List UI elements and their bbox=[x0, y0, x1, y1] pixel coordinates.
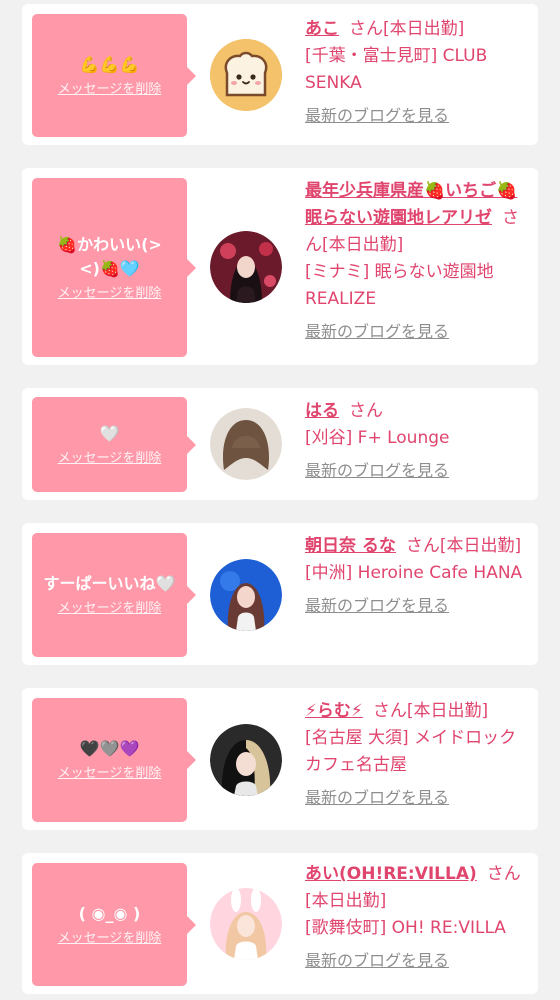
view-blog-link[interactable]: 最新のブログを見る bbox=[305, 592, 531, 619]
shop-name: [名古屋 大須] メイドロックカフェ名古屋 bbox=[305, 728, 517, 775]
delete-message-link[interactable]: メッセージを削除 bbox=[58, 930, 162, 948]
view-blog-link[interactable]: 最新のブログを見る bbox=[305, 102, 531, 129]
message-bubble: ( ◉_◉ ) メッセージを削除 bbox=[32, 863, 196, 986]
message-bubble: 🖤🩶💜 メッセージを削除 bbox=[32, 698, 196, 822]
shop-name: [刈谷] F+ Lounge bbox=[305, 428, 450, 448]
honorific: さん bbox=[349, 401, 383, 421]
status-text: [本日出勤] bbox=[439, 536, 522, 556]
sender-name[interactable]: はる bbox=[305, 401, 339, 421]
shop-name: [歌舞伎町] OH! RE:VILLA bbox=[305, 918, 506, 938]
avatar[interactable] bbox=[210, 231, 282, 303]
message-text: 🤍 bbox=[99, 423, 120, 443]
message-text: 🖤🩶💜 bbox=[79, 739, 140, 758]
message-card: 🖤🩶💜 メッセージを削除 ⚡らむ⚡ さん[本日出勤] [名古屋 大須] メイドロッ… bbox=[22, 688, 538, 830]
delete-message-link[interactable]: メッセージを削除 bbox=[58, 81, 162, 99]
sender-name[interactable]: あい(OH!RE:VILLA) bbox=[305, 864, 477, 884]
message-text: すーぱーいいね🤍 bbox=[43, 574, 176, 593]
message-bubble: 🤍 メッセージを削除 bbox=[32, 397, 196, 492]
message-card: 🍓かわいい(> <)🍓🩵 メッセージを削除 最年少兵庫県産🍓いちご🍓 眠らない遊… bbox=[22, 168, 538, 365]
sender-info: あい(OH!RE:VILLA) さん [本日出勤] [歌舞伎町] OH! RE:VI… bbox=[305, 861, 531, 974]
view-blog-link[interactable]: 最新のブログを見る bbox=[305, 318, 531, 345]
sender-name[interactable]: ⚡らむ⚡ bbox=[305, 701, 363, 721]
avatar[interactable] bbox=[210, 39, 282, 111]
profile-photo bbox=[210, 724, 282, 796]
toast-icon bbox=[210, 39, 282, 111]
avatar[interactable] bbox=[210, 724, 282, 796]
shop-name: [中洲] Heroine Cafe HANA bbox=[305, 563, 523, 583]
profile-photo bbox=[210, 888, 282, 960]
profile-photo bbox=[210, 231, 282, 303]
view-blog-link[interactable]: 最新のブログを見る bbox=[305, 947, 531, 974]
delete-message-link[interactable]: メッセージを削除 bbox=[58, 450, 162, 468]
view-blog-link[interactable]: 最新のブログを見る bbox=[305, 457, 531, 484]
delete-message-link[interactable]: メッセージを削除 bbox=[58, 600, 162, 618]
message-text: ( ◉_◉ ) bbox=[78, 903, 141, 923]
sender-info: ⚡らむ⚡ さん[本日出勤] [名古屋 大須] メイドロックカフェ名古屋 最新のブロ… bbox=[305, 698, 531, 811]
avatar[interactable] bbox=[210, 408, 282, 480]
delete-message-link[interactable]: メッセージを削除 bbox=[58, 285, 162, 303]
profile-photo bbox=[210, 408, 282, 480]
message-card: 🤍 メッセージを削除 はる さん [刈谷] F+ Lounge 最新のブログを見る bbox=[22, 388, 538, 500]
status-text: [本日出勤] bbox=[383, 19, 465, 39]
sender-name[interactable]: 朝日奈 るな bbox=[305, 536, 396, 556]
view-blog-link[interactable]: 最新のブログを見る bbox=[305, 784, 531, 811]
avatar[interactable] bbox=[210, 559, 282, 631]
shop-name: [千葉・富士見町] CLUB SENKA bbox=[305, 46, 488, 93]
profile-photo bbox=[210, 559, 282, 631]
avatar[interactable] bbox=[210, 888, 282, 960]
message-bubble: 🍓かわいい(> <)🍓🩵 メッセージを削除 bbox=[32, 178, 196, 357]
status-text: [本日出勤] bbox=[406, 701, 489, 721]
delete-message-link[interactable]: メッセージを削除 bbox=[58, 765, 162, 783]
message-card: 💪💪💪 メッセージを削除 あこ さん[本日出勤] [千葉・富士見町] CLUB S… bbox=[22, 4, 538, 145]
sender-info: あこ さん[本日出勤] [千葉・富士見町] CLUB SENKA 最新のブログを見… bbox=[305, 16, 531, 129]
shop-name: [ミナミ] 眠らない遊園地 REALIZE bbox=[305, 262, 494, 309]
sender-info: 朝日奈 るな さん[本日出勤] [中洲] Heroine Cafe HANA 最新… bbox=[305, 533, 531, 619]
honorific: さん bbox=[372, 701, 407, 721]
status-text: [本日出勤] bbox=[322, 235, 404, 255]
message-text: 🍓かわいい(> <)🍓🩵 bbox=[57, 234, 162, 278]
sender-info: 最年少兵庫県産🍓いちご🍓 眠らない遊園地レアリゼ さん[本日出勤] [ミナミ] 眠… bbox=[305, 178, 531, 345]
sender-info: はる さん [刈谷] F+ Lounge 最新のブログを見る bbox=[305, 398, 531, 484]
message-bubble: すーぱーいいね🤍 メッセージを削除 bbox=[32, 533, 196, 657]
honorific: さん bbox=[486, 864, 521, 884]
message-card: すーぱーいいね🤍 メッセージを削除 朝日奈 るな さん[本日出勤] [中洲] He… bbox=[22, 523, 538, 665]
honorific: さん bbox=[349, 19, 383, 39]
message-text: 💪💪💪 bbox=[79, 54, 140, 74]
message-bubble: 💪💪💪 メッセージを削除 bbox=[32, 14, 196, 137]
honorific: さん bbox=[405, 536, 440, 556]
sender-name[interactable]: 最年少兵庫県産🍓いちご🍓 眠らない遊園地レアリゼ bbox=[305, 181, 517, 228]
sender-name[interactable]: あこ bbox=[305, 19, 339, 39]
status-text: [本日出勤] bbox=[305, 891, 387, 911]
message-card: ( ◉_◉ ) メッセージを削除 あい(OH!RE:VILLA) さん [本日出勤]… bbox=[22, 853, 538, 994]
